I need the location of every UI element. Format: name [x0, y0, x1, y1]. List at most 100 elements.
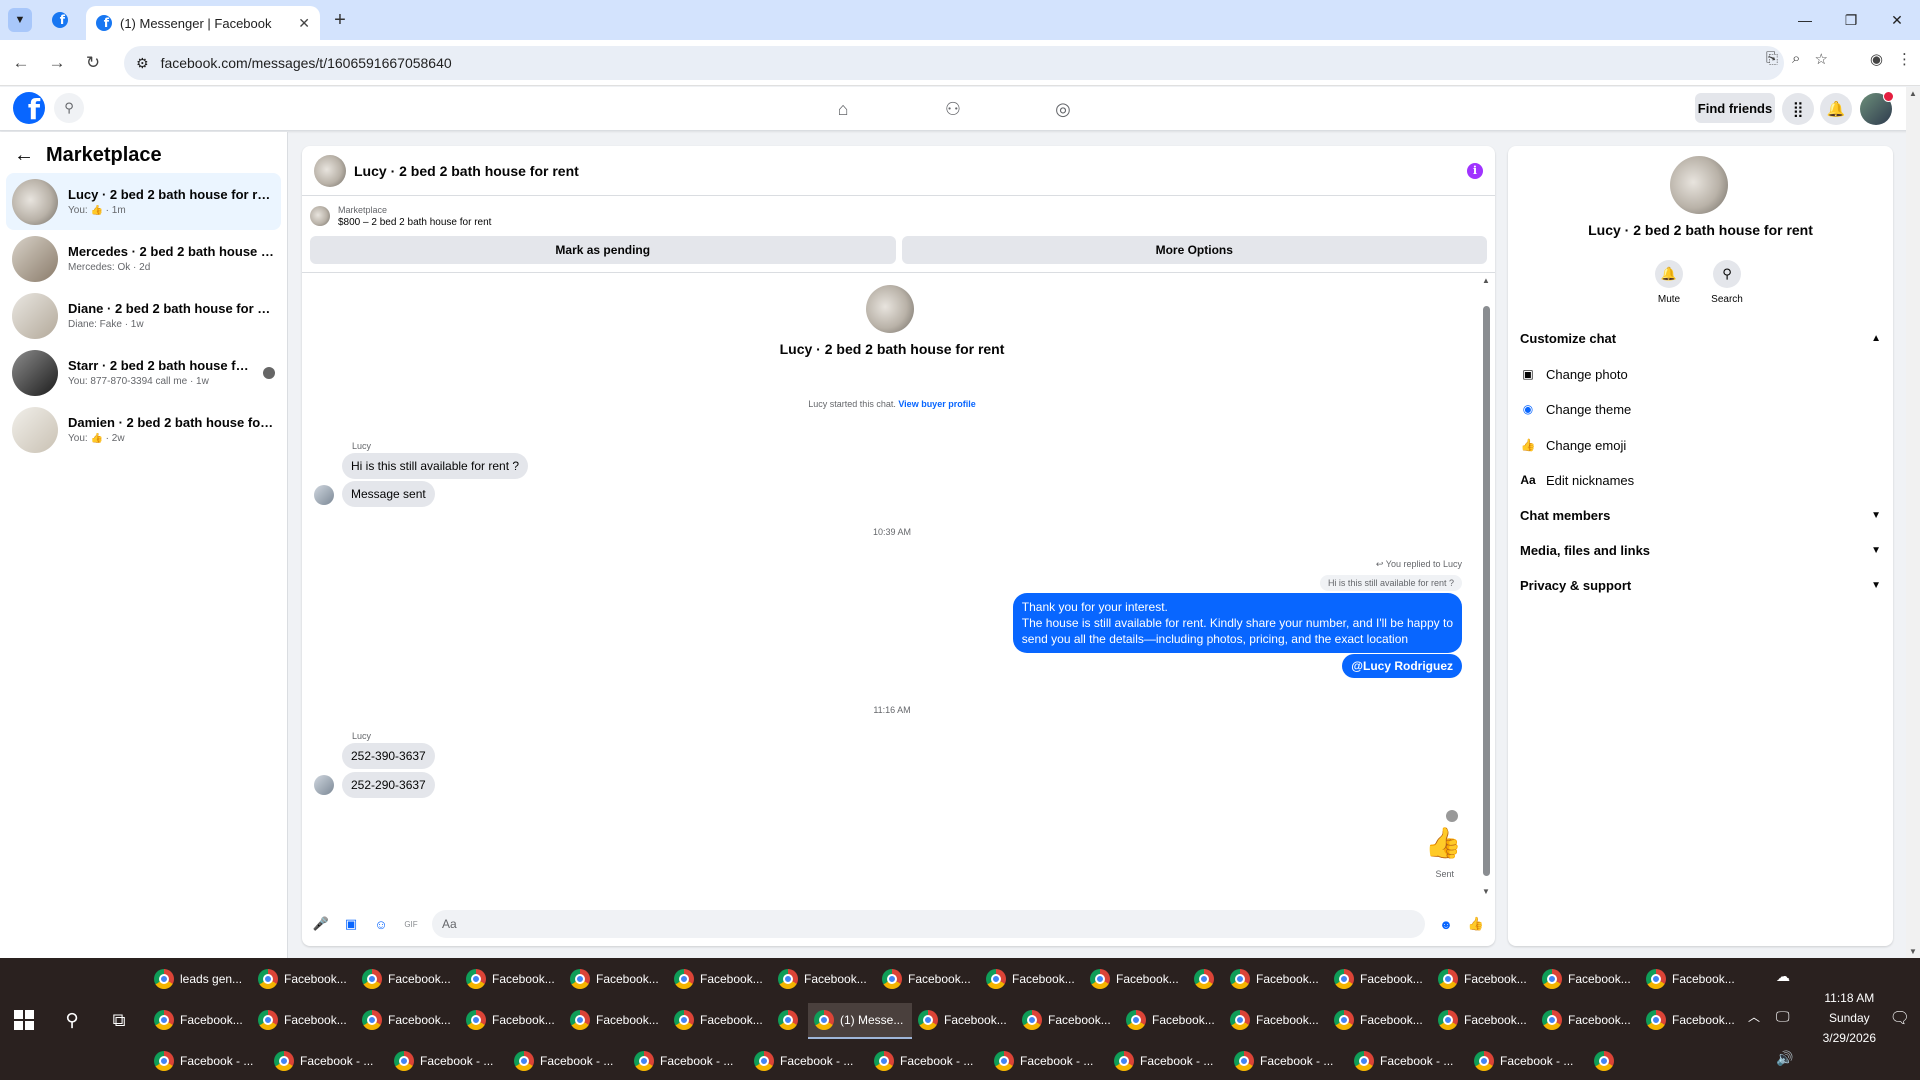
taskbar-window-button[interactable]: Facebook... — [1328, 1003, 1432, 1039]
taskbar-window-button[interactable]: Facebook - ... — [868, 1044, 988, 1080]
media-section[interactable]: Media, files and links ▼ — [1520, 534, 1881, 566]
taskbar-window-button[interactable]: Facebook... — [460, 1003, 564, 1039]
taskbar-window-button[interactable]: Facebook - ... — [1348, 1044, 1468, 1080]
page-scrollbar[interactable]: ▲ ▼ — [1906, 87, 1920, 958]
message-bubble-incoming[interactable]: Message sent — [342, 481, 435, 507]
pinned-facebook-tab[interactable]: f — [46, 8, 74, 32]
chat-members-section[interactable]: Chat members ▼ — [1520, 499, 1881, 531]
taskbar-window-button[interactable]: Facebook... — [1084, 962, 1188, 998]
taskbar-window-button[interactable]: Facebook... — [1432, 1003, 1536, 1039]
find-friends-button[interactable]: Find friends — [1695, 93, 1775, 123]
install-app-icon[interactable]: ⎘ — [1766, 50, 1778, 68]
search-icon[interactable]: ⚲ — [60, 1008, 84, 1032]
taskbar-window-button[interactable]: Facebook - ... — [748, 1044, 868, 1080]
scroll-thumb[interactable] — [1483, 306, 1490, 876]
more-options-button[interactable]: More Options — [901, 236, 1487, 264]
taskbar-window-button[interactable]: Facebook - ... — [1228, 1044, 1348, 1080]
site-info-icon[interactable]: ⚙ — [136, 55, 149, 72]
taskbar-window-button[interactable]: Facebook - ... — [268, 1044, 388, 1080]
taskbar-window-button[interactable]: Facebook - ... — [1108, 1044, 1228, 1080]
taskbar-window-button[interactable]: Facebook... — [912, 1003, 1016, 1039]
taskbar-window-button[interactable]: Facebook... — [356, 1003, 460, 1039]
customize-chat-section[interactable]: Customize chat ▲ — [1520, 322, 1881, 354]
taskbar-window-button[interactable] — [1588, 1044, 1624, 1080]
taskbar-window-button[interactable] — [772, 1003, 808, 1039]
restore-icon[interactable]: ❐ — [1828, 0, 1874, 40]
chat-item-diane[interactable]: Diane · 2 bed 2 bath house for rent Dian… — [6, 287, 281, 344]
privacy-section[interactable]: Privacy & support ▼ — [1520, 569, 1881, 601]
active-tab[interactable]: f (1) Messenger | Facebook ✕ — [86, 6, 320, 40]
taskbar-window-button[interactable]: Facebook... — [1224, 962, 1328, 998]
chat-item-mercedes[interactable]: Mercedes · 2 bed 2 bath house for... Mer… — [6, 230, 281, 287]
home-icon[interactable]: ⌂ — [828, 95, 858, 123]
edit-nicknames-item[interactable]: Aa Edit nicknames — [1520, 464, 1881, 496]
message-bubble-incoming[interactable]: 252-390-3637 — [342, 743, 435, 769]
window-close-icon[interactable]: ✕ — [1874, 0, 1920, 40]
facebook-logo-icon[interactable]: f — [13, 92, 45, 124]
taskbar-window-button[interactable]: Facebook... — [1536, 1003, 1640, 1039]
chevron-up-icon[interactable]: ︿ — [1748, 1008, 1760, 1025]
tab-close-icon[interactable]: ✕ — [298, 15, 310, 32]
view-buyer-profile-link[interactable]: View buyer profile — [898, 399, 975, 409]
change-emoji-item[interactable]: 👍 Change emoji — [1520, 429, 1881, 461]
info-avatar[interactable] — [1670, 156, 1728, 214]
taskbar-window-button[interactable]: Facebook... — [980, 962, 1084, 998]
friends-icon[interactable]: ⚇ — [938, 95, 968, 123]
taskbar-window-button[interactable]: Facebook - ... — [1468, 1044, 1588, 1080]
taskbar-window-button[interactable]: Facebook - ... — [988, 1044, 1108, 1080]
address-bar[interactable]: ⚙ facebook.com/messages/t/16065916670586… — [124, 46, 1784, 80]
thumbs-up-icon[interactable]: 👍 — [1425, 826, 1462, 861]
emoji-icon[interactable]: ☻ — [1437, 915, 1455, 933]
listing-bar[interactable]: Marketplace $800 – 2 bed 2 bath house fo… — [302, 196, 1495, 236]
notifications-bell-icon[interactable]: 🔔 — [1820, 93, 1852, 125]
volume-icon[interactable]: 🔊 — [1776, 1050, 1793, 1067]
taskbar-window-button[interactable]: Facebook... — [668, 1003, 772, 1039]
quoted-message[interactable]: Hi is this still available for rent ? — [1319, 575, 1462, 591]
photo-icon[interactable]: ▣ — [342, 915, 360, 933]
thumbs-up-icon[interactable]: 👍 — [1467, 915, 1485, 933]
taskbar-window-button[interactable]: Facebook... — [668, 962, 772, 998]
taskbar-window-button[interactable]: leads gen... — [148, 962, 252, 998]
tab-search-chevron-icon[interactable]: ▼ — [8, 8, 32, 32]
microphone-icon[interactable]: 🎤 — [312, 915, 330, 933]
scroll-up-icon[interactable]: ▲ — [1909, 89, 1917, 98]
taskbar-window-button[interactable]: Facebook... — [252, 1003, 356, 1039]
profile-icon[interactable]: ◉ — [1870, 50, 1883, 68]
chat-item-damien[interactable]: Damien · 2 bed 2 bath house for r... You… — [6, 401, 281, 458]
new-tab-button[interactable]: + — [328, 8, 352, 32]
mention-bubble[interactable]: @Lucy Rodriguez — [1342, 654, 1462, 678]
taskbar-window-button[interactable]: (1) Messe... — [808, 1003, 912, 1039]
taskbar-window-button[interactable]: Facebook... — [460, 962, 564, 998]
taskbar-window-button[interactable] — [1188, 962, 1224, 998]
chat-item-lucy[interactable]: Lucy · 2 bed 2 bath house for rent You: … — [6, 173, 281, 230]
mute-button[interactable]: 🔔 Mute — [1639, 260, 1699, 305]
taskbar-window-button[interactable]: Facebook... — [1536, 962, 1640, 998]
taskbar-window-button[interactable]: Facebook... — [1224, 1003, 1328, 1039]
taskbar-window-button[interactable]: Facebook... — [1120, 1003, 1224, 1039]
zoom-icon[interactable]: ⌕ — [1792, 50, 1800, 68]
gif-icon[interactable]: GIF — [402, 915, 420, 933]
taskbar-window-button[interactable]: Facebook... — [356, 962, 460, 998]
menu-grid-icon[interactable]: ⣿ — [1782, 93, 1814, 125]
groups-icon[interactable]: ◎ — [1048, 95, 1078, 123]
notifications-icon[interactable]: 🗨 — [1890, 1008, 1910, 1028]
scroll-down-icon[interactable]: ▼ — [1909, 947, 1917, 956]
network-icon[interactable]: 🖵 — [1776, 1008, 1790, 1025]
message-bubble-outgoing[interactable]: Thank you for your interest. The house i… — [1012, 593, 1462, 653]
search-button[interactable]: ⚲ Search — [1697, 260, 1757, 305]
forward-arrow-icon[interactable]: → — [44, 50, 70, 76]
back-arrow-icon[interactable]: ← — [14, 144, 34, 167]
taskbar-window-button[interactable]: Facebook... — [564, 1003, 668, 1039]
taskbar-window-button[interactable]: Facebook - ... — [628, 1044, 748, 1080]
cloud-icon[interactable]: ☁ — [1776, 968, 1790, 985]
search-icon[interactable]: ⚲ — [54, 93, 84, 123]
taskbar-window-button[interactable]: Facebook - ... — [508, 1044, 628, 1080]
taskbar-window-button[interactable]: Facebook... — [1016, 1003, 1120, 1039]
reload-icon[interactable]: ↻ — [80, 50, 106, 76]
taskbar-window-button[interactable]: Facebook... — [1328, 962, 1432, 998]
profile-avatar[interactable] — [1860, 91, 1894, 125]
bookmark-star-icon[interactable]: ☆ — [1814, 50, 1827, 68]
chat-item-starr[interactable]: Starr · 2 bed 2 bath house for rent You:… — [6, 344, 281, 401]
taskbar-window-button[interactable]: Facebook... — [1432, 962, 1536, 998]
taskbar-window-button[interactable]: Facebook... — [876, 962, 980, 998]
